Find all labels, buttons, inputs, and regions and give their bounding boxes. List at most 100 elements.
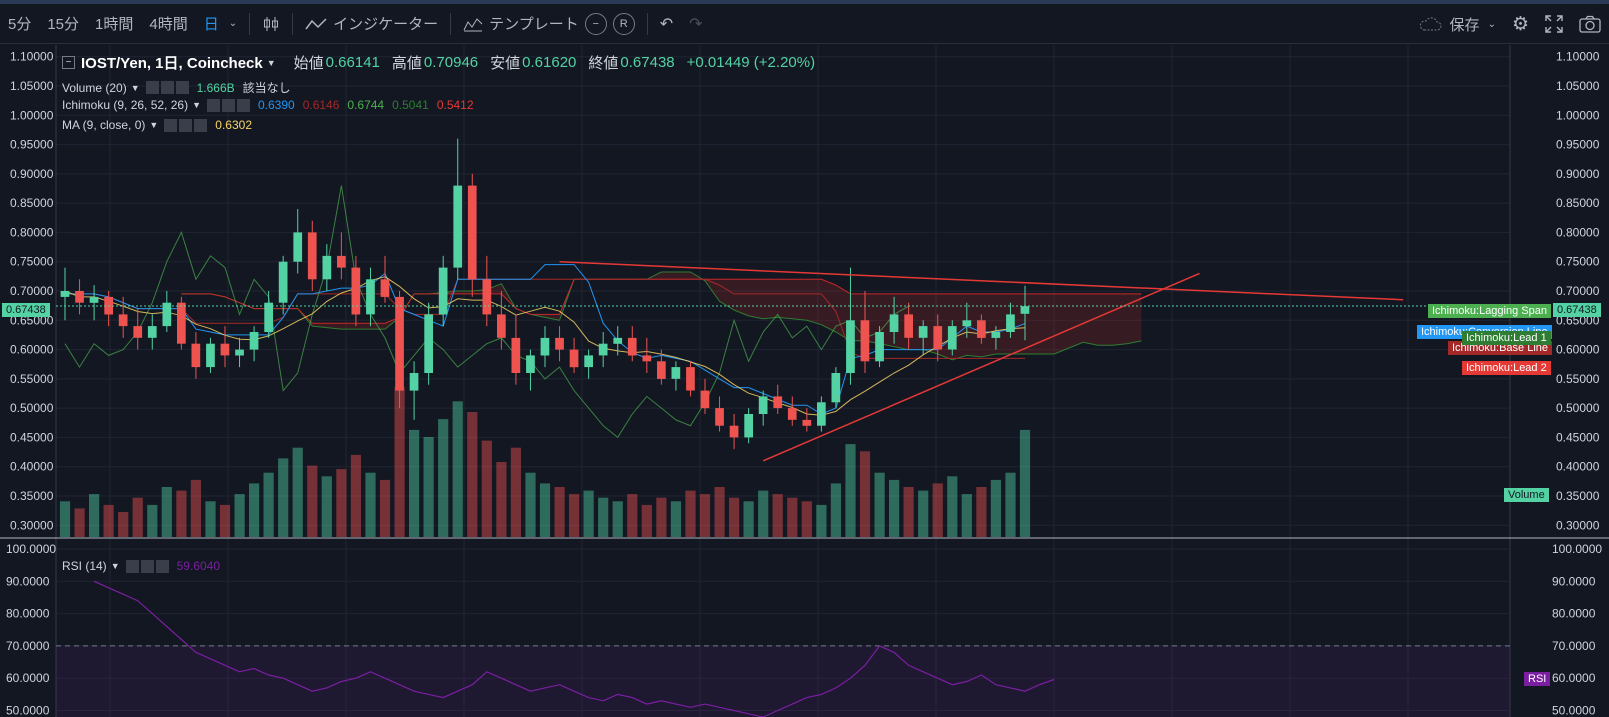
price-tag-right: 0.67438 [1553,303,1601,317]
lead2-tag: Ichimoku:Lead 2 [1462,361,1551,375]
volume-bar [132,497,143,537]
volume-bar [743,501,754,537]
change-value: +0.01449 (+2.20%) [686,54,816,71]
gear-icon[interactable] [160,81,174,94]
volume-bar [350,454,361,537]
volume-bar [510,447,521,537]
price-axis-right-label: 0.80000 [1556,225,1600,239]
redo-button[interactable]: ↷ [681,4,710,44]
interval-1d[interactable]: 日 ⌄ [196,4,245,44]
volume-bar [569,494,580,537]
minus-circle-icon[interactable]: − [584,12,607,35]
fullscreen-button[interactable] [1537,4,1571,44]
interval-5m[interactable]: 5分 [0,4,39,44]
chart-style-button[interactable] [254,4,288,44]
candle-body [351,267,361,315]
price-axis-right-label: 0.90000 [1556,167,1600,181]
ichimoku-title[interactable]: Ichimoku (9, 26, 52, 26) [62,98,188,112]
candle-body [657,361,666,379]
undo-button[interactable]: ↶ [652,4,681,44]
settings-button[interactable]: ⚙ [1504,4,1537,44]
candle-body [977,320,986,338]
visibility-icon[interactable] [164,118,178,132]
candle-body [817,402,826,426]
collapse-legend-icon[interactable]: − [62,56,75,69]
gear-icon[interactable] [179,118,193,132]
lead1-tag: Ichimoku:Lead 1 [1462,331,1551,345]
chart-canvas[interactable]: 1.10000 1.10000 1.05000 1.05000 1.00000 1.000… [0,45,1609,717]
volume-bar [961,494,972,537]
symbol-title[interactable]: IOST/Yen, 1日, Coincheck [81,52,263,73]
close-icon[interactable] [155,559,169,573]
price-axis-left-label: 0.40000 [10,460,54,474]
templates-button[interactable]: テンプレート − R [455,4,643,44]
visibility-icon[interactable] [145,81,159,94]
ichimoku-lead1-value: 0.5041 [392,98,429,112]
rsi-axis-right-label: 90.0000 [1552,574,1596,588]
gear-icon[interactable] [140,559,154,573]
candle-body [627,337,637,356]
price-tag-left: 0.67438 [2,303,50,317]
chevron-down-icon[interactable]: ▼ [267,58,276,68]
volume-bar [190,479,201,537]
price-axis-left-label: 0.85000 [10,196,54,210]
price-axis-left-label: 1.05000 [10,79,54,93]
chevron-down-icon[interactable]: ▼ [131,83,140,93]
rsi-title[interactable]: RSI (14) [62,559,107,573]
templates-label: テンプレート [489,16,579,33]
candle-body [380,279,390,297]
gear-icon[interactable] [222,98,235,112]
interval-1h[interactable]: 1時間 [87,4,141,44]
volume-bar [263,472,274,537]
visibility-icon[interactable] [207,98,220,112]
volume-bar [903,487,914,537]
ma-value: 0.6302 [215,118,252,132]
volume-legend: Volume (20) ▼ 1.666B 該当なし [62,79,291,96]
candle-body [1006,314,1015,332]
snapshot-button[interactable] [1571,4,1609,44]
volume-bar [656,497,667,537]
volume-title[interactable]: Volume (20) [62,81,127,95]
candle-body [526,355,535,373]
interval-15m[interactable]: 15分 [39,4,87,44]
candles-icon [264,16,279,31]
visibility-icon[interactable] [125,559,139,573]
close-icon[interactable] [175,81,189,94]
rsi-axis-right-label: 100.0000 [1552,542,1602,556]
chart-area[interactable]: 1.10000 1.10000 1.05000 1.05000 1.00000 1.000… [0,45,1609,717]
chevron-down-icon[interactable]: ▼ [149,120,158,130]
ma-title[interactable]: MA (9, close, 0) [62,118,145,132]
volume-bar [932,483,943,537]
ichimoku-cloud [181,272,1142,360]
rsi-value: 59.6040 [176,559,220,573]
rsi-axis-left-label: 50.0000 [6,704,50,717]
volume-bar [147,504,158,537]
divider [292,12,294,35]
r-circle-button[interactable]: R [612,12,635,35]
volume-bar [976,487,987,537]
chevron-down-icon: ⌄ [228,18,238,29]
indicator-icon [305,17,327,29]
price-axis-left-label: 0.95000 [10,138,54,152]
close-icon[interactable] [194,118,208,132]
rsi-axis-left-label: 90.0000 [6,574,50,588]
volume-bar [830,483,841,537]
candle-body [235,349,244,356]
chevron-down-icon[interactable]: ▼ [111,561,120,571]
close-icon[interactable] [237,98,250,112]
candle-body [904,314,913,338]
rsi-axis-left-label: 60.0000 [6,671,50,685]
chevron-down-icon[interactable]: ▼ [192,100,201,110]
candle-body [453,185,463,268]
volume-bar [234,494,245,537]
indicators-button[interactable]: インジケーター [297,4,446,44]
interval-4h[interactable]: 4時間 [141,4,195,44]
price-axis-right-label: 1.05000 [1556,79,1600,93]
volume-bar [539,483,551,537]
price-axis-right-label: 1.00000 [1556,108,1600,122]
volume-bar [336,469,347,537]
high-value: 0.70946 [423,54,479,71]
chevron-down-icon: ⌄ [1487,18,1496,30]
rsi-axis-right-label: 80.0000 [1552,607,1596,621]
save-button[interactable]: 保存 ⌄ [1410,4,1504,44]
